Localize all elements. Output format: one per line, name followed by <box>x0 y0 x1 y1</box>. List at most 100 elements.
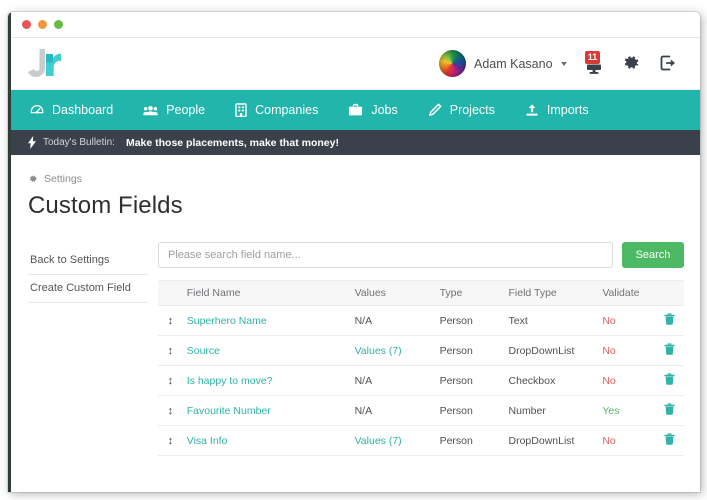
pencil-icon <box>428 103 442 117</box>
col-header-values: Values <box>351 281 436 306</box>
search-button[interactable]: Search <box>622 242 684 268</box>
table-row: ↕Superhero NameN/APersonTextNo <box>158 306 684 336</box>
search-input[interactable] <box>158 242 613 268</box>
notification-badge: 11 <box>585 51 600 64</box>
field-type-value: Number <box>505 396 599 426</box>
trash-icon <box>664 373 675 385</box>
delete-field-button[interactable] <box>664 403 675 418</box>
avatar[interactable] <box>439 50 466 77</box>
field-name-link[interactable]: Superhero Name <box>187 315 267 327</box>
trash-icon <box>664 433 675 445</box>
nav-label: Companies <box>255 103 318 117</box>
field-type-owner: Person <box>436 306 505 336</box>
table-header: Field Name Values Type Field Type Valida… <box>158 281 684 306</box>
upload-icon <box>525 103 539 117</box>
delete-field-button[interactable] <box>664 343 675 358</box>
field-values-link[interactable]: Values (7) <box>355 345 402 357</box>
custom-fields-table: Field Name Values Type Field Type Valida… <box>158 280 684 456</box>
page-title: Custom Fields <box>28 192 700 220</box>
nav-item-people[interactable]: People <box>143 103 205 117</box>
field-name-link[interactable]: Is happy to move? <box>187 375 273 387</box>
trash-icon <box>664 313 675 325</box>
col-header-handle <box>158 281 183 306</box>
field-type-value: Checkbox <box>505 366 599 396</box>
breadcrumb[interactable]: Settings <box>28 173 700 185</box>
col-header-type: Type <box>436 281 505 306</box>
nav-item-imports[interactable]: Imports <box>525 103 589 117</box>
nav-item-projects[interactable]: Projects <box>428 103 495 117</box>
validate-status: No <box>602 435 615 447</box>
col-header-field-name: Field Name <box>183 281 351 306</box>
drag-handle-icon: ↕ <box>168 376 174 387</box>
row-drag-handle[interactable]: ↕ <box>158 396 183 426</box>
validate-status: No <box>602 315 615 327</box>
drag-handle-icon: ↕ <box>168 406 174 417</box>
bolt-icon <box>28 136 36 149</box>
bulletin-label: Today's Bulletin: <box>43 137 115 148</box>
validate-status: Yes <box>602 405 619 417</box>
settings-button[interactable] <box>621 53 641 75</box>
nav-item-dashboard[interactable]: Dashboard <box>30 103 113 117</box>
row-drag-handle[interactable]: ↕ <box>158 336 183 366</box>
user-menu[interactable]: Adam Kasano <box>483 55 567 73</box>
row-drag-handle[interactable]: ↕ <box>158 426 183 456</box>
table-row: ↕Favourite NumberN/APersonNumberYes <box>158 396 684 426</box>
field-values-link[interactable]: Values (7) <box>355 435 402 447</box>
browser-window: Adam Kasano 11 <box>8 12 700 492</box>
validate-status: No <box>602 345 615 357</box>
col-header-delete <box>655 281 684 306</box>
people-icon <box>143 103 158 117</box>
breadcrumb-label: Settings <box>44 173 82 185</box>
trash-icon <box>664 343 675 355</box>
field-type-owner: Person <box>436 396 505 426</box>
row-drag-handle[interactable]: ↕ <box>158 366 183 396</box>
trash-icon <box>664 403 675 415</box>
field-name-link[interactable]: Source <box>187 345 220 357</box>
delete-field-button[interactable] <box>664 433 675 448</box>
bulletin-bar: Today's Bulletin: Make those placements,… <box>8 130 700 155</box>
field-type-owner: Person <box>436 336 505 366</box>
row-drag-handle[interactable]: ↕ <box>158 306 183 336</box>
chevron-down-icon <box>561 62 567 66</box>
sidebar-item-label: Create Custom Field <box>30 282 131 294</box>
page-head: Settings Custom Fields <box>8 155 700 220</box>
search-row: Search <box>158 242 684 268</box>
window-maximize-button[interactable] <box>54 20 63 29</box>
table-row: ↕Visa InfoValues (7)PersonDropDownListNo <box>158 426 684 456</box>
gear-icon <box>28 174 38 184</box>
table-row: ↕Is happy to move?N/APersonCheckboxNo <box>158 366 684 396</box>
nav-label: Jobs <box>371 103 397 117</box>
table-header-row: Field Name Values Type Field Type Valida… <box>158 281 684 306</box>
field-type-owner: Person <box>436 366 505 396</box>
nav-item-companies[interactable]: Companies <box>235 103 318 117</box>
bulletin-message: Make those placements, make that money! <box>126 137 339 149</box>
nav-label: Projects <box>450 103 495 117</box>
field-name-link[interactable]: Favourite Number <box>187 405 271 417</box>
col-header-validate: Validate <box>598 281 655 306</box>
window-titlebar <box>8 12 700 38</box>
brand-logo[interactable] <box>26 45 72 83</box>
window-minimize-button[interactable] <box>38 20 47 29</box>
logout-button[interactable] <box>658 53 678 75</box>
field-values-text: N/A <box>355 375 373 387</box>
header-right-group: Adam Kasano 11 <box>439 50 678 77</box>
sidebar-item-create-custom-field[interactable]: Create Custom Field <box>28 275 148 303</box>
table-body: ↕Superhero NameN/APersonTextNo↕SourceVal… <box>158 306 684 456</box>
nav-item-jobs[interactable]: Jobs <box>348 103 397 117</box>
sidebar-item-back-to-settings[interactable]: Back to Settings <box>28 246 148 275</box>
field-type-value: Text <box>505 306 599 336</box>
building-icon <box>235 103 247 117</box>
delete-field-button[interactable] <box>664 373 675 388</box>
window-close-button[interactable] <box>22 20 31 29</box>
field-name-link[interactable]: Visa Info <box>187 435 228 447</box>
delete-field-button[interactable] <box>664 313 675 328</box>
nav-label: People <box>166 103 205 117</box>
col-header-field-type: Field Type <box>505 281 599 306</box>
gear-icon <box>621 53 641 73</box>
notifications-button[interactable]: 11 <box>584 53 604 75</box>
app-header: Adam Kasano 11 <box>8 38 700 90</box>
table-row: ↕ Source Values (7) PersonDropDownListNo <box>158 336 684 366</box>
field-type-value: DropDownList <box>505 336 599 366</box>
briefcase-icon <box>348 103 363 117</box>
user-name-label: Adam Kasano <box>474 57 553 71</box>
